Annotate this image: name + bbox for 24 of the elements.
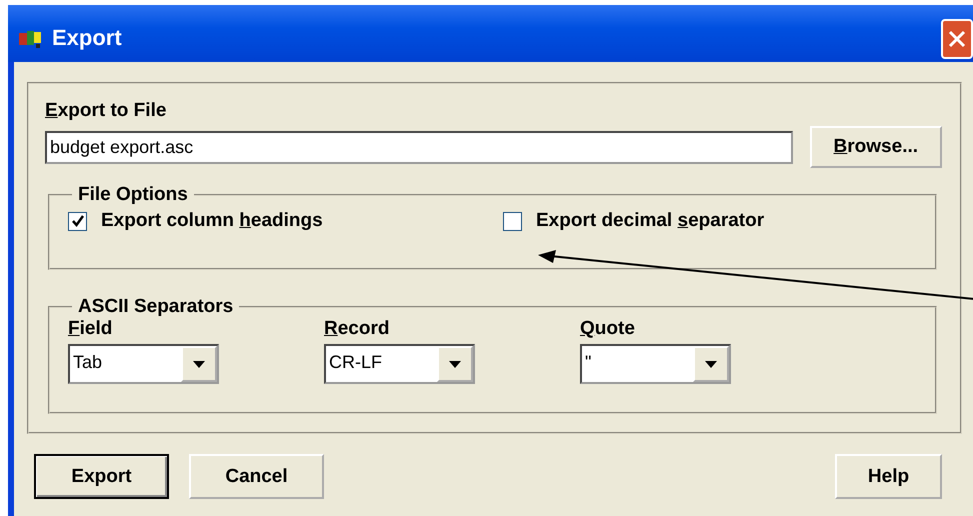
checkbox-label[interactable]: Export column headings <box>101 210 323 232</box>
file-path-field[interactable]: budget export.asc <box>45 130 793 164</box>
dialog-button[interactable]: Help <box>835 454 942 499</box>
caret-icon <box>449 360 461 368</box>
browse-button[interactable]: Browse... <box>810 126 942 168</box>
dropdown-label: Quote <box>580 318 636 340</box>
checkbox-label[interactable]: Export decimal separator <box>536 210 764 232</box>
dialog-button[interactable]: Cancel <box>189 454 324 499</box>
dropdown-label: Record <box>324 318 390 340</box>
caret-icon <box>705 360 717 368</box>
caret-icon <box>193 360 205 368</box>
checkbox[interactable] <box>68 212 87 230</box>
dropdown[interactable]: " <box>580 344 731 384</box>
dialog-button[interactable]: Export <box>34 454 169 499</box>
window-title: Export <box>52 24 122 50</box>
dropdown[interactable]: Tab <box>68 344 219 384</box>
checkbox[interactable] <box>503 212 522 230</box>
group-title: ASCII Separators <box>77 296 234 318</box>
group-title: File Options <box>77 184 189 206</box>
dropdown-label: Field <box>68 318 114 340</box>
export-to-file-label: Export to File <box>45 100 168 122</box>
close-button[interactable] <box>941 18 973 58</box>
dropdown[interactable]: CR-LF <box>324 344 475 384</box>
close-icon <box>947 28 967 48</box>
